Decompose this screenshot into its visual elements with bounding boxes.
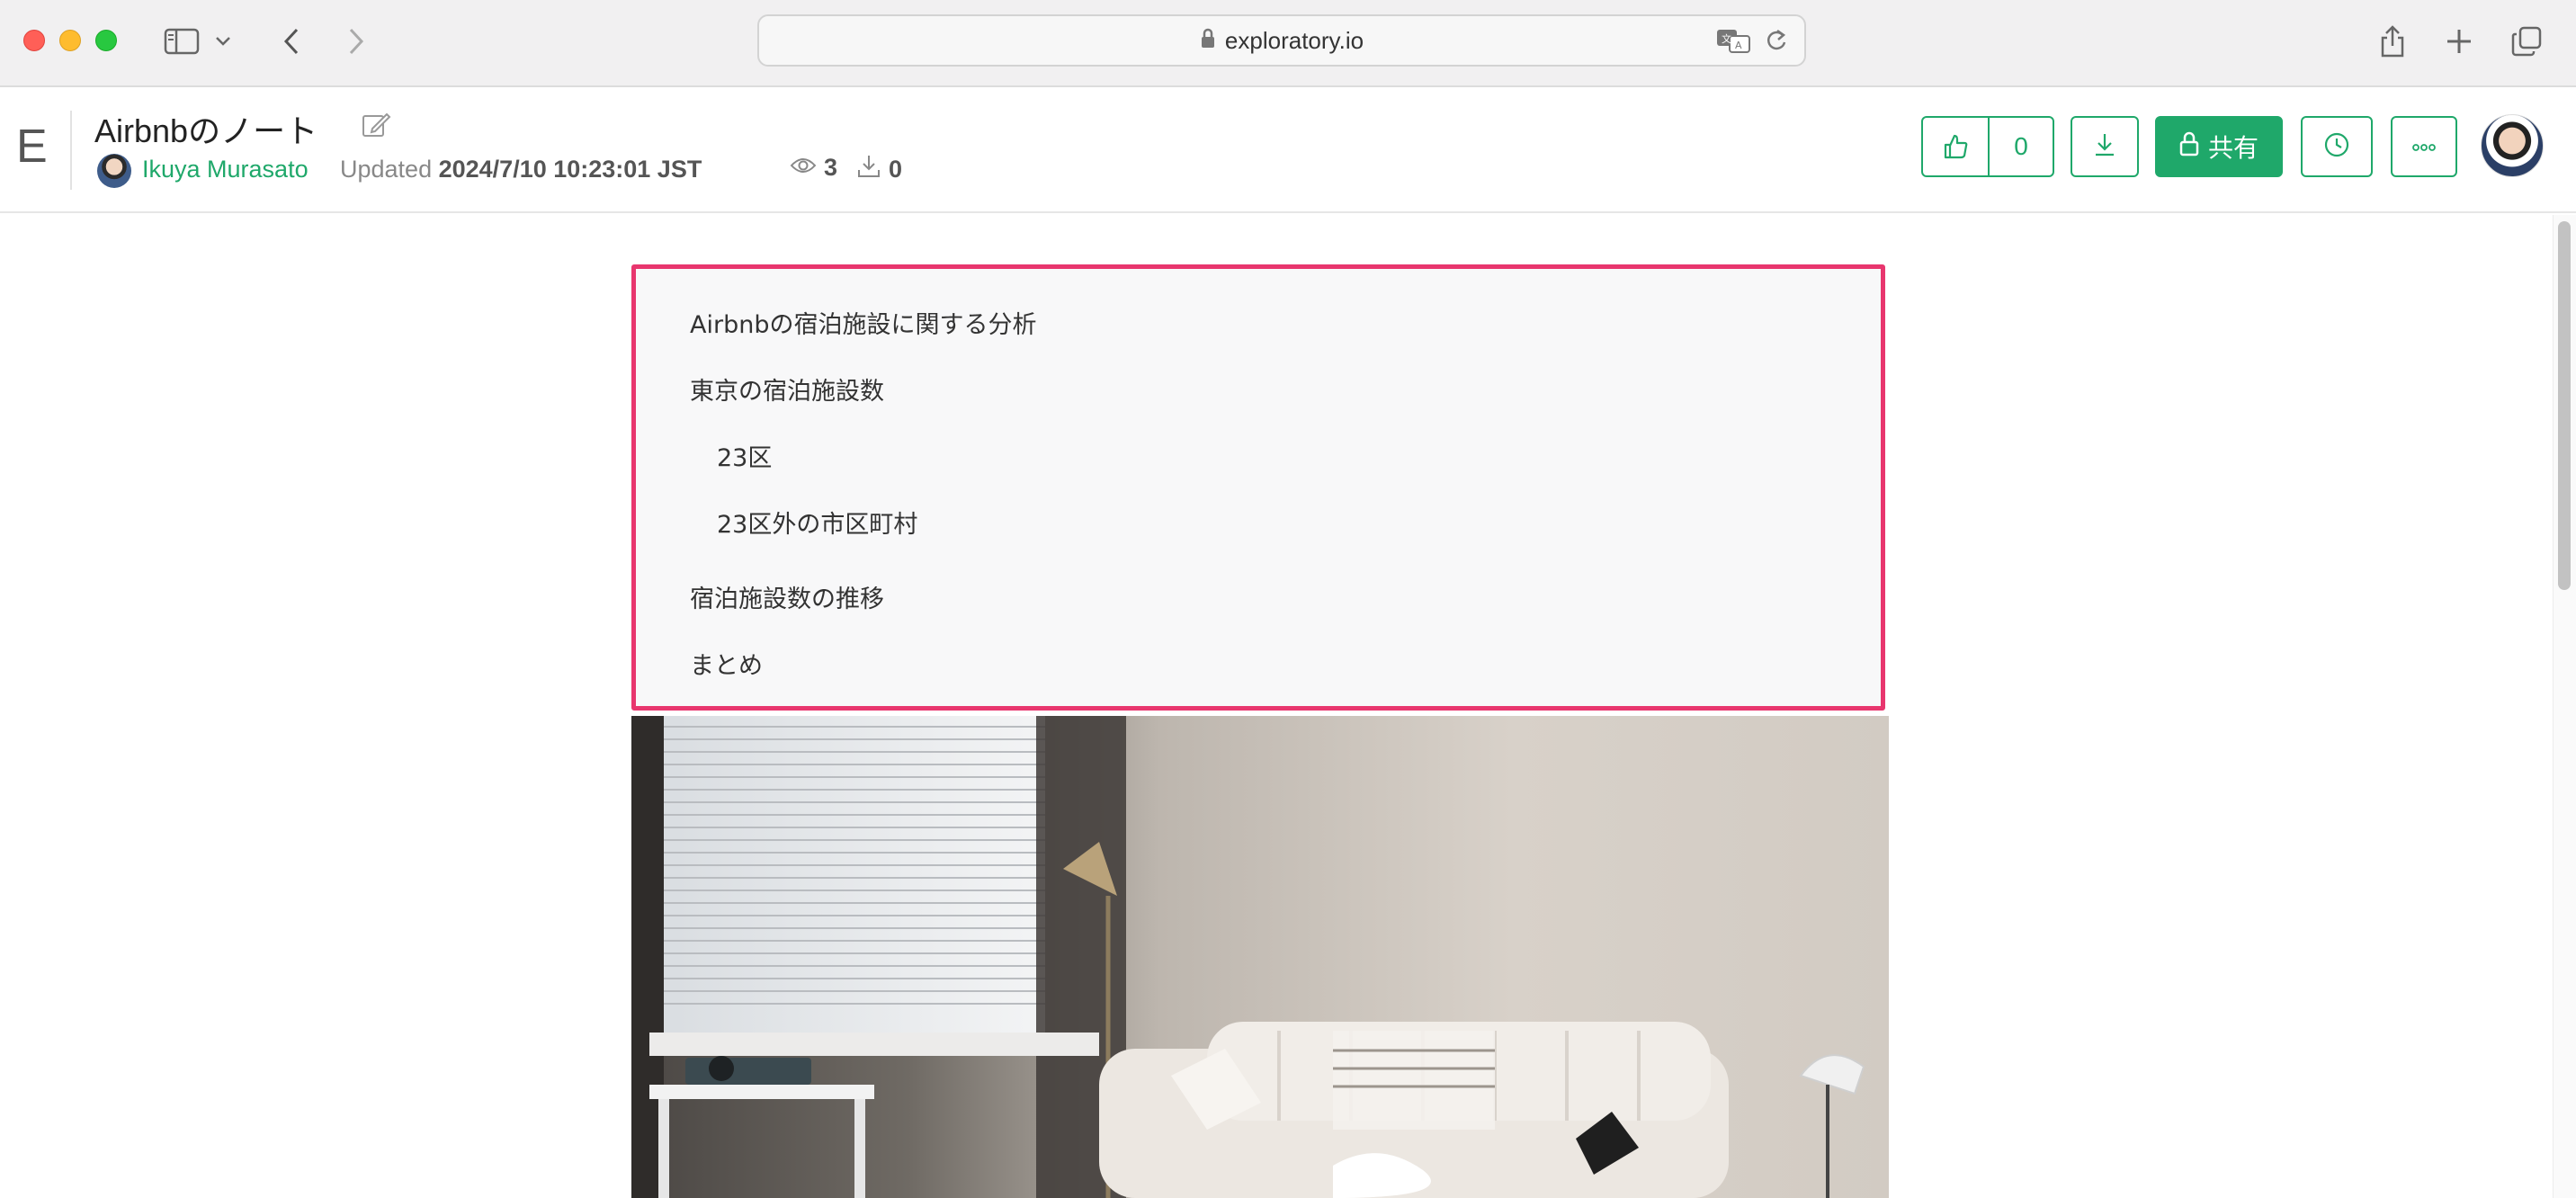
close-window-button[interactable] xyxy=(23,30,45,51)
lock-icon xyxy=(2179,131,2199,163)
table-of-contents: Airbnbの宿泊施設に関する分析 東京の宿泊施設数 23区 23区外の市区町村… xyxy=(631,264,1885,711)
tabs-overview-icon[interactable] xyxy=(2508,22,2547,61)
forward-icon[interactable] xyxy=(336,22,376,61)
sidebar-icon[interactable] xyxy=(162,22,201,61)
app-logo[interactable]: E xyxy=(16,120,48,174)
download-button[interactable] xyxy=(2071,116,2139,177)
share-button[interactable]: 共有 xyxy=(2155,116,2283,177)
updated-timestamp: Updated 2024/7/10 10:23:01 JST xyxy=(340,156,702,183)
share-button-label: 共有 xyxy=(2207,134,2258,162)
edit-icon[interactable] xyxy=(360,109,392,141)
svg-text:文: 文 xyxy=(1722,32,1731,45)
like-button[interactable]: 0 xyxy=(1921,116,2054,177)
toc-item-trend[interactable]: 宿泊施設数の推移 xyxy=(690,579,884,614)
eye-icon xyxy=(790,154,817,182)
download-count-icon xyxy=(856,154,881,185)
address-bar[interactable]: exploratory.io 文A xyxy=(757,14,1806,67)
browser-toolbar: exploratory.io 文A xyxy=(0,0,2576,87)
zoom-window-button[interactable] xyxy=(95,30,117,51)
updated-label: Updated xyxy=(340,156,433,183)
view-count-value: 3 xyxy=(824,154,838,181)
chevron-down-icon[interactable] xyxy=(212,22,234,61)
translate-icon[interactable]: 文A xyxy=(1716,27,1752,58)
download-count-value: 0 xyxy=(889,156,903,183)
history-button[interactable] xyxy=(2301,116,2373,177)
minimize-window-button[interactable] xyxy=(59,30,81,51)
toc-item-outside-23-wards[interactable]: 23区外の市区町村 xyxy=(717,505,917,540)
updated-value: 2024/7/10 10:23:01 JST xyxy=(438,156,702,183)
author-link[interactable]: Ikuya Murasato xyxy=(142,156,309,183)
note-content: Airbnbの宿泊施設に関する分析 東京の宿泊施設数 23区 23区外の市区町村… xyxy=(0,215,2576,1198)
download-icon xyxy=(2092,131,2117,162)
url-text: exploratory.io xyxy=(1224,26,1364,54)
clock-icon xyxy=(2323,131,2350,162)
back-icon[interactable] xyxy=(272,22,311,61)
reload-icon[interactable] xyxy=(1765,28,1788,57)
toc-item-23-wards[interactable]: 23区 xyxy=(717,438,772,473)
thumbs-up-icon[interactable] xyxy=(1923,118,1988,175)
note-header: E Airbnbのノート Ikuya Murasato Updated 2024… xyxy=(0,87,2576,213)
view-count: 3 xyxy=(790,154,837,182)
header-divider xyxy=(70,111,72,190)
lock-icon xyxy=(1200,28,1216,53)
toc-item-tokyo-count[interactable]: 東京の宿泊施設数 xyxy=(690,371,884,407)
author-avatar xyxy=(97,154,131,188)
download-count: 0 xyxy=(856,154,902,185)
ellipsis-icon xyxy=(2411,139,2437,156)
scrollbar-thumb[interactable] xyxy=(2558,221,2571,590)
user-avatar[interactable] xyxy=(2481,114,2544,177)
living-room-photo xyxy=(631,716,1889,1198)
share-icon[interactable] xyxy=(2373,22,2412,61)
like-count: 0 xyxy=(1987,118,2053,175)
toc-item-analysis[interactable]: Airbnbの宿泊施設に関する分析 xyxy=(690,305,1036,340)
page-title: Airbnbのノート xyxy=(94,112,318,149)
new-tab-icon[interactable] xyxy=(2439,22,2479,61)
toc-item-summary[interactable]: まとめ xyxy=(690,646,763,681)
more-options-button[interactable] xyxy=(2391,116,2457,177)
living-room-illustration xyxy=(631,716,1889,1198)
svg-text:A: A xyxy=(1735,40,1742,51)
